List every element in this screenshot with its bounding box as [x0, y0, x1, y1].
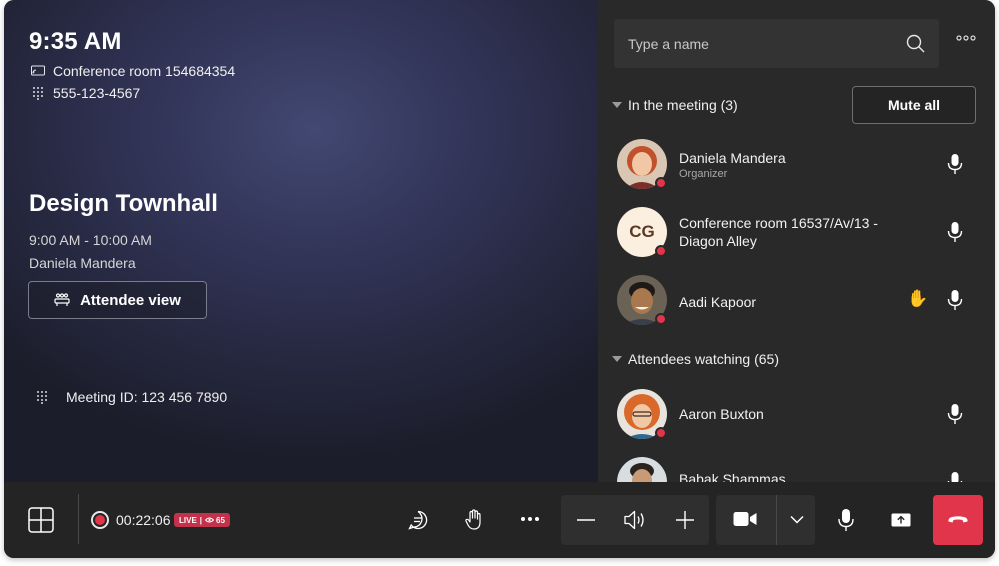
meeting-toolbar: 00:22:06 LIVE | 65	[4, 482, 995, 558]
participant-name: Daniela Mandera	[679, 150, 786, 166]
room-row: Conference room 154684354	[31, 63, 235, 79]
badge-divider: |	[199, 515, 203, 525]
eye-icon	[205, 517, 215, 523]
more-icon[interactable]	[520, 516, 540, 522]
live-badge: LIVE | 65	[174, 513, 230, 527]
raised-hand-icon: ✋	[907, 289, 929, 308]
chat-icon[interactable]	[408, 510, 428, 530]
room-name: Conference room 154684354	[53, 63, 236, 79]
search-icon[interactable]	[906, 34, 925, 53]
chevron-down-icon	[612, 356, 622, 362]
recording-timer: 00:22:06	[116, 512, 171, 528]
participant-row[interactable]: CG Conference room 16537/Av/13 - Diagon …	[617, 207, 987, 259]
volume-down-icon[interactable]	[577, 519, 595, 521]
status-badge	[655, 245, 667, 257]
layout-icon[interactable]	[28, 507, 54, 533]
mic-icon[interactable]	[947, 153, 963, 175]
hang-up-icon	[947, 515, 969, 525]
meeting-title: Design Townhall	[29, 190, 218, 217]
attendee-name: Babak Shammas	[679, 471, 786, 482]
avatar	[617, 457, 667, 482]
meeting-id: Meeting ID: 123 456 7890	[66, 389, 228, 405]
mic-icon[interactable]	[947, 471, 963, 482]
camera-icon[interactable]	[733, 511, 757, 527]
meeting-id-row: Meeting ID: 123 456 7890	[36, 389, 227, 405]
clock: 9:35 AM	[29, 28, 122, 55]
attendees-header[interactable]: Attendees watching (65)	[612, 351, 779, 367]
share-icon[interactable]	[891, 513, 911, 527]
avatar-photo	[617, 457, 667, 482]
attendee-row[interactable]: Babak Shammas	[617, 457, 987, 482]
volume-up-icon[interactable]	[676, 511, 694, 529]
hand-icon[interactable]	[465, 509, 483, 530]
mic-icon[interactable]	[838, 508, 854, 532]
participant-role: Organizer	[679, 168, 728, 180]
attendee-name: Aaron Buxton	[679, 406, 764, 422]
status-badge	[655, 427, 667, 439]
speaker-icon[interactable]	[623, 509, 647, 531]
mic-icon[interactable]	[947, 403, 963, 425]
attendee-view-icon	[54, 293, 70, 307]
participant-row[interactable]: Daniela Mandera Organizer	[617, 139, 987, 191]
meeting-stage: 9:35 AM Conference room 154684354 555-12…	[4, 0, 598, 482]
dialpad-icon	[31, 86, 45, 100]
mic-icon[interactable]	[947, 289, 963, 311]
in-meeting-header[interactable]: In the meeting (3)	[612, 97, 738, 113]
room-icon	[31, 64, 45, 78]
meeting-organizer: Daniela Mandera	[29, 255, 136, 271]
dialpad-icon	[36, 390, 48, 404]
search-input[interactable]: Type a name	[614, 19, 939, 68]
avatar	[617, 139, 667, 189]
status-badge	[655, 313, 667, 325]
participant-row[interactable]: Aadi Kapoor ✋	[617, 275, 987, 327]
participant-name: Aadi Kapoor	[679, 294, 757, 310]
attendee-row[interactable]: Aaron Buxton	[617, 389, 987, 441]
meeting-window: 9:35 AM Conference room 154684354 555-12…	[4, 0, 995, 558]
avatar	[617, 275, 667, 325]
viewer-count: 65	[216, 515, 225, 525]
status-badge	[655, 177, 667, 189]
avatar: CG	[617, 207, 667, 257]
search-placeholder: Type a name	[628, 35, 709, 52]
participants-panel: Type a name In the meeting (3) Mute all	[598, 0, 995, 482]
more-options-icon[interactable]	[956, 34, 976, 42]
hang-up-button[interactable]	[933, 495, 983, 545]
meeting-time: 9:00 AM - 10:00 AM	[29, 232, 152, 248]
participant-name: Conference room 16537/Av/13 - Diagon All…	[679, 215, 878, 249]
attendees-label: Attendees watching (65)	[628, 351, 779, 367]
attendee-view-button[interactable]: Attendee view	[28, 281, 207, 319]
phone-row: 555-123-4567	[31, 85, 140, 101]
live-label: LIVE	[179, 515, 197, 525]
chevron-down-icon	[612, 102, 622, 108]
camera-divider	[776, 495, 777, 545]
record-icon	[91, 511, 109, 529]
in-meeting-label: In the meeting (3)	[628, 97, 738, 113]
attendee-view-label: Attendee view	[80, 291, 181, 309]
mic-icon[interactable]	[947, 221, 963, 243]
toolbar-divider	[78, 494, 79, 544]
phone-number: 555-123-4567	[53, 85, 141, 101]
chevron-down-icon[interactable]	[790, 515, 804, 524]
avatar	[617, 389, 667, 439]
mute-all-button[interactable]: Mute all	[852, 86, 976, 124]
